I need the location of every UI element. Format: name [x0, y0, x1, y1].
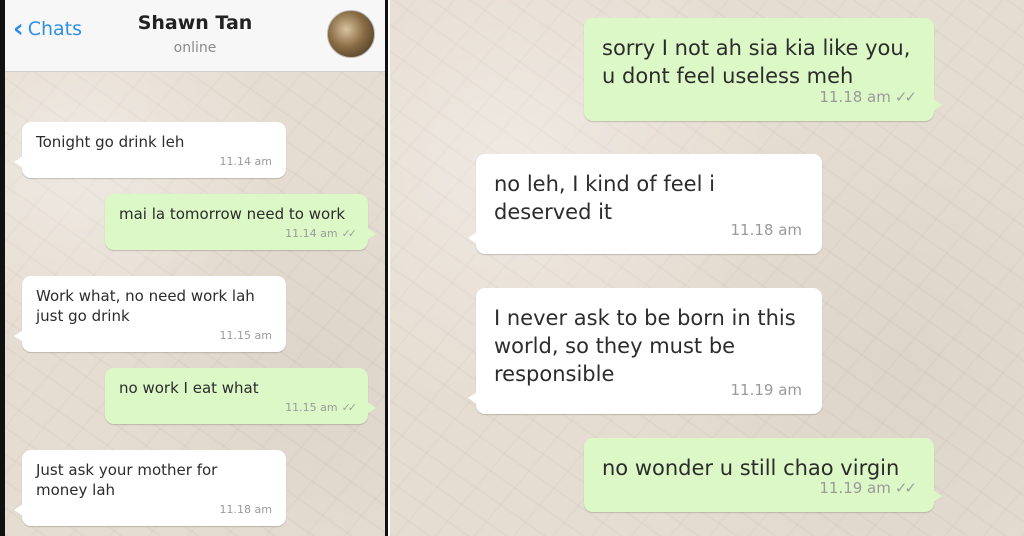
message-bubble-incoming[interactable]: no leh, I kind of feel i deserved it 11.…: [468, 154, 822, 254]
double-check-icon: ✓✓: [894, 88, 917, 106]
right-chat-panel: sorry I not ah sia kia like you, u dont …: [390, 0, 1024, 536]
message-bubble-incoming[interactable]: Tonight go drink leh 11.14 am: [14, 122, 286, 178]
double-check-icon: ✓✓: [341, 401, 358, 414]
message-bubble-incoming[interactable]: Work what, no need work lah just go drin…: [14, 276, 286, 352]
message-time: 11.18 am: [819, 88, 891, 106]
message-time: 11.15 am: [219, 329, 272, 342]
avatar[interactable]: [327, 10, 375, 58]
message-time: 11.15 am: [285, 401, 338, 414]
chat-header: ‹ Chats Shawn Tan online: [5, 0, 385, 72]
message-text: mai la tomorrow need to work: [119, 205, 346, 223]
message-bubble-outgoing[interactable]: sorry I not ah sia kia like you, u dont …: [584, 18, 942, 121]
double-check-icon: ✓✓: [894, 479, 917, 497]
message-text: Tonight go drink leh: [36, 133, 185, 151]
message-time: 11.18 am: [219, 503, 272, 516]
message-text: Work what, no need work lah just go drin…: [36, 287, 255, 325]
message-time: 11.18 am: [730, 221, 802, 239]
left-chat-panel: ‹ Chats Shawn Tan online Tonight go drin…: [0, 0, 388, 536]
message-bubble-outgoing[interactable]: no work I eat what 11.15 am ✓✓: [105, 368, 376, 424]
message-bubble-incoming[interactable]: I never ask to be born in this world, so…: [468, 288, 822, 414]
message-text: no work I eat what: [119, 379, 259, 397]
message-time: 11.14 am: [219, 155, 272, 168]
message-time: 11.14 am: [285, 227, 338, 240]
double-check-icon: ✓✓: [341, 227, 358, 240]
message-time: 11.19 am: [730, 381, 802, 399]
message-time: 11.19 am: [819, 479, 891, 497]
message-text: Just ask your mother for money lah: [36, 461, 218, 499]
message-bubble-outgoing[interactable]: mai la tomorrow need to work 11.14 am ✓✓: [105, 194, 376, 250]
message-text: sorry I not ah sia kia like you, u dont …: [602, 36, 911, 88]
message-bubble-outgoing[interactable]: no wonder u still chao virgin 11.19 am ✓✓: [584, 438, 942, 512]
message-bubble-incoming[interactable]: Just ask your mother for money lah 11.18…: [14, 450, 286, 526]
